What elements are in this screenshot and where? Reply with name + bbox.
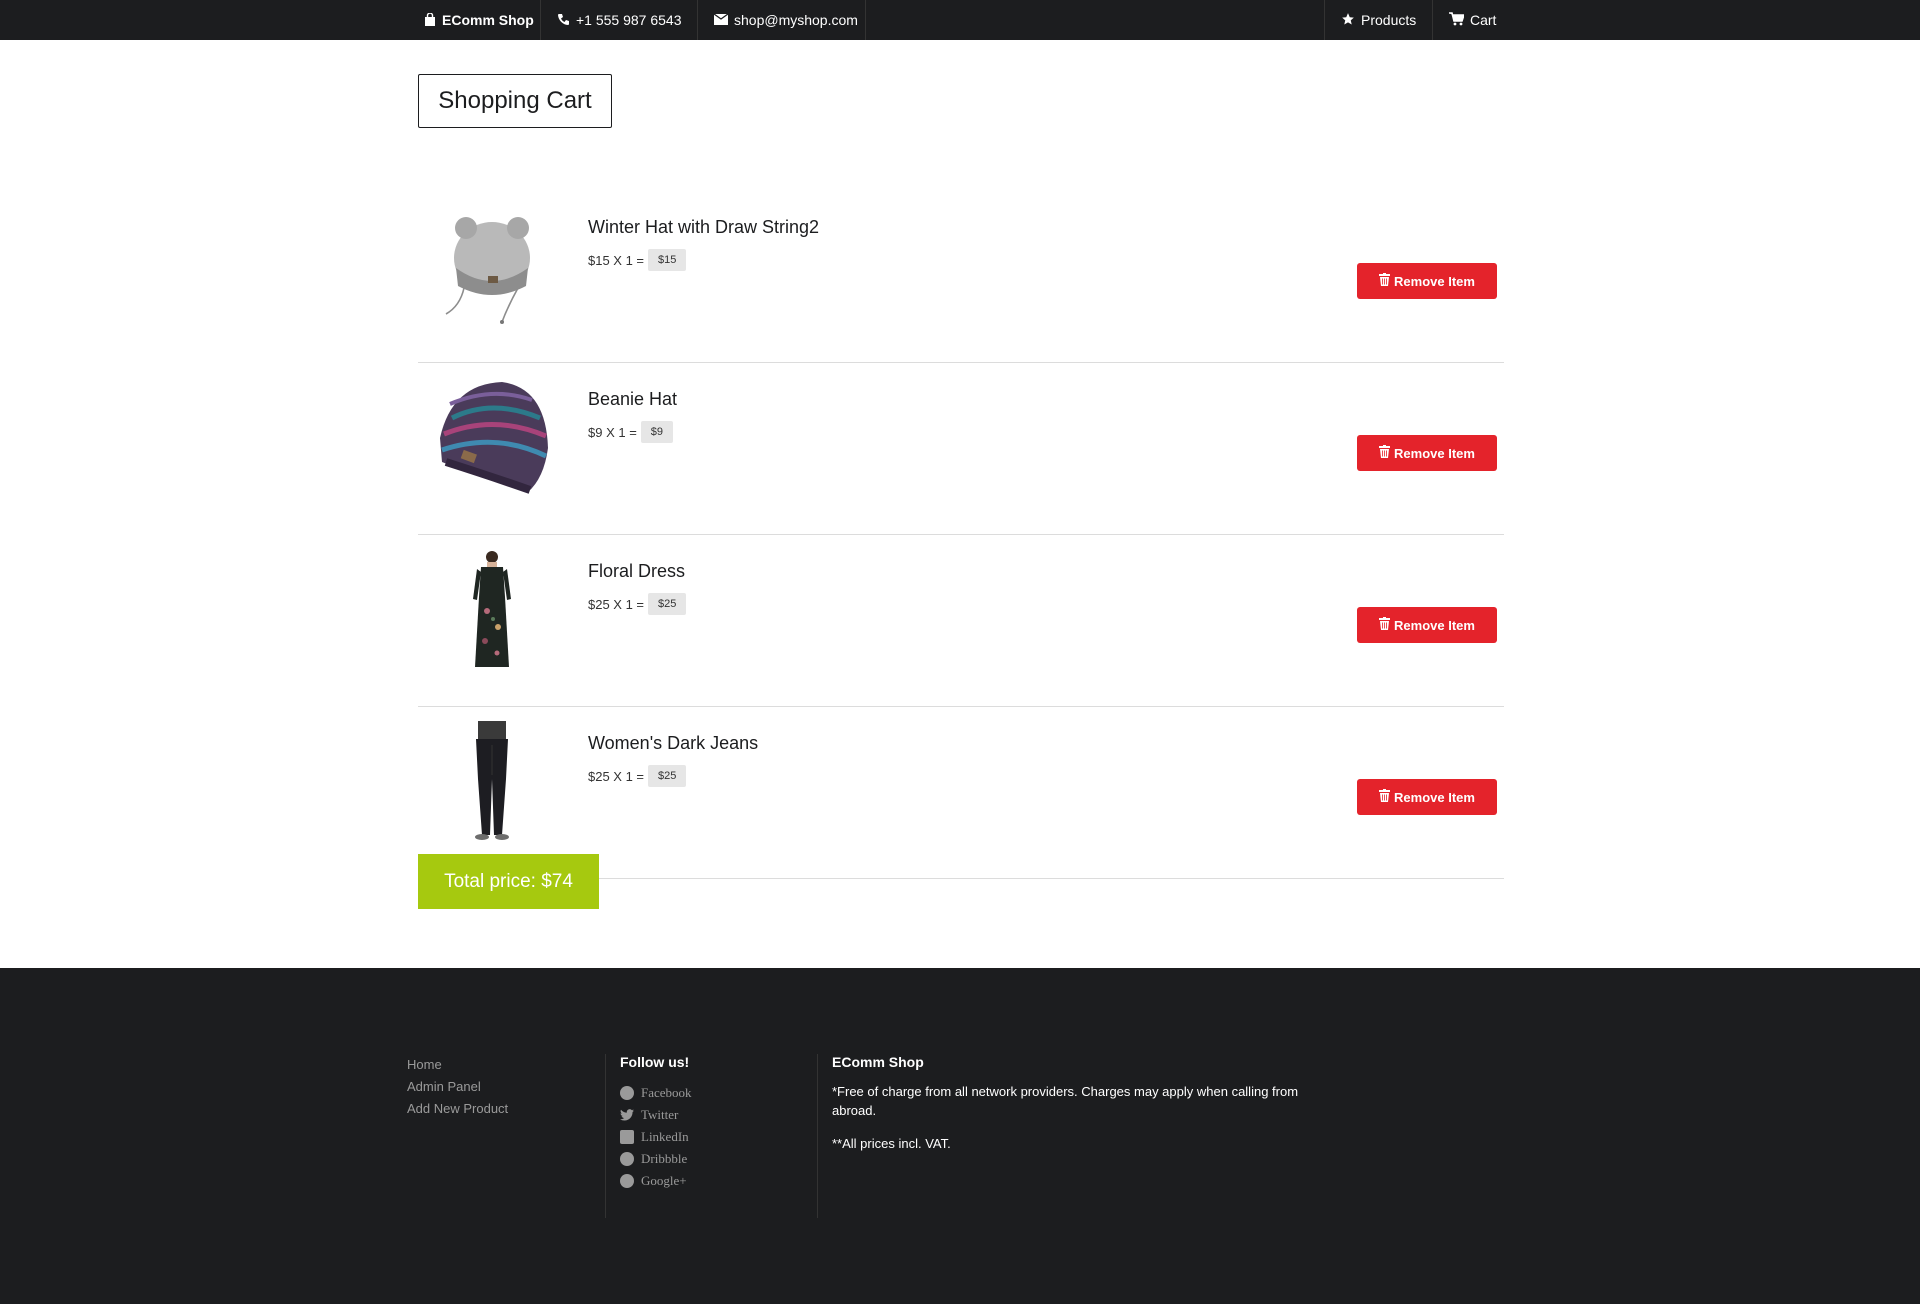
winter-hat-image xyxy=(432,205,552,325)
footer-info: EComm Shop *Free of charge from all netw… xyxy=(832,1054,1302,1167)
phone-icon xyxy=(557,13,570,28)
top-navbar: EComm Shop +1 555 987 6543 shop@myshop.c… xyxy=(0,0,1920,40)
item-name: Women's Dark Jeans xyxy=(588,733,759,753)
floral-dress-image xyxy=(432,549,552,669)
item-name: Floral Dress xyxy=(588,561,686,581)
products-link[interactable]: Products xyxy=(1325,0,1432,40)
linkedin-icon xyxy=(620,1130,634,1144)
envelope-icon xyxy=(713,13,729,27)
nav-divider xyxy=(865,0,866,40)
social-google-plus[interactable]: Google+ xyxy=(620,1170,692,1192)
page-title: Shopping Cart xyxy=(418,74,612,128)
dark-jeans-image xyxy=(432,721,552,841)
item-name: Beanie Hat xyxy=(588,389,678,409)
trash-icon xyxy=(1379,617,1391,633)
google-plus-icon xyxy=(620,1174,634,1188)
item-price: $15 X 1 = $15 xyxy=(588,249,687,271)
remove-item-button[interactable]: Remove Item xyxy=(1357,779,1497,815)
item-price: $9 X 1 = $9 xyxy=(588,421,674,443)
item-price: $25 X 1 = $25 xyxy=(588,765,687,787)
item-subtotal-badge: $9 xyxy=(640,421,674,443)
item-price-line: $25 X 1 = xyxy=(588,596,645,612)
cart-item: Floral Dress $25 X 1 = $25 Remove Item xyxy=(418,535,1504,707)
social-linkedin[interactable]: LinkedIn xyxy=(620,1126,692,1148)
item-name: Winter Hat with Draw String2 xyxy=(588,217,820,237)
remove-item-button[interactable]: Remove Item xyxy=(1357,607,1497,643)
item-price-line: $25 X 1 = xyxy=(588,768,645,784)
twitter-icon xyxy=(620,1109,634,1121)
footer-social: Follow us! Facebook Twitter LinkedIn Dri… xyxy=(620,1054,692,1192)
facebook-icon xyxy=(620,1086,634,1100)
item-subtotal-badge: $15 xyxy=(648,249,687,271)
item-subtotal-badge: $25 xyxy=(648,765,687,787)
beanie-hat-image xyxy=(432,377,552,497)
social-label: Google+ xyxy=(641,1173,687,1188)
cart-item: Winter Hat with Draw String2 $15 X 1 = $… xyxy=(418,191,1504,363)
star-icon xyxy=(1341,12,1355,28)
brand-link[interactable]: EComm Shop xyxy=(408,0,550,40)
social-label: Facebook xyxy=(641,1085,692,1100)
remove-item-label: Remove Item xyxy=(1394,617,1475,633)
remove-item-button[interactable]: Remove Item xyxy=(1357,263,1497,299)
cart-label: Cart xyxy=(1470,12,1497,28)
cart-link[interactable]: Cart xyxy=(1433,0,1512,40)
follow-title: Follow us! xyxy=(620,1054,690,1070)
item-price-line: $9 X 1 = xyxy=(588,424,637,440)
shop-title: EComm Shop xyxy=(832,1054,924,1070)
footer-note: **All prices incl. VAT. xyxy=(832,1136,951,1151)
phone-link[interactable]: +1 555 987 6543 xyxy=(541,0,698,40)
footer: Home Admin Panel Add New Product Follow … xyxy=(0,968,1920,1304)
item-price: $25 X 1 = $25 xyxy=(588,593,687,615)
email-label: shop@myshop.com xyxy=(734,12,858,28)
footer-link-home[interactable]: Home xyxy=(407,1054,508,1076)
cart-icon xyxy=(1449,12,1466,28)
footer-divider xyxy=(605,1054,606,1218)
social-twitter[interactable]: Twitter xyxy=(620,1104,692,1126)
shopping-bag-icon xyxy=(424,11,436,28)
remove-item-button[interactable]: Remove Item xyxy=(1357,435,1497,471)
trash-icon xyxy=(1379,273,1391,289)
products-label: Products xyxy=(1361,12,1417,28)
footer-note: *Free of charge from all network provide… xyxy=(832,1084,1299,1118)
social-label: LinkedIn xyxy=(641,1129,689,1144)
remove-item-label: Remove Item xyxy=(1394,445,1475,461)
social-label: Dribbble xyxy=(641,1151,688,1166)
trash-icon xyxy=(1379,789,1391,805)
cart-item: Beanie Hat $9 X 1 = $9 Remove Item xyxy=(418,363,1504,535)
email-link[interactable]: shop@myshop.com xyxy=(698,0,874,40)
footer-divider xyxy=(817,1054,818,1218)
trash-icon xyxy=(1379,445,1391,461)
dribbble-icon xyxy=(620,1152,634,1166)
remove-item-label: Remove Item xyxy=(1394,273,1475,289)
remove-item-label: Remove Item xyxy=(1394,789,1475,805)
total-price: Total price: $74 xyxy=(418,854,599,909)
footer-link-add-product[interactable]: Add New Product xyxy=(407,1098,508,1120)
item-price-line: $15 X 1 = xyxy=(588,252,645,268)
footer-link-admin-panel[interactable]: Admin Panel xyxy=(407,1076,508,1098)
footer-links: Home Admin Panel Add New Product xyxy=(407,1054,508,1120)
social-dribbble[interactable]: Dribbble xyxy=(620,1148,692,1170)
item-subtotal-badge: $25 xyxy=(648,593,687,615)
social-facebook[interactable]: Facebook xyxy=(620,1082,692,1104)
brand-label: EComm Shop xyxy=(442,12,534,28)
social-label: Twitter xyxy=(641,1107,679,1122)
phone-label: +1 555 987 6543 xyxy=(576,12,682,28)
